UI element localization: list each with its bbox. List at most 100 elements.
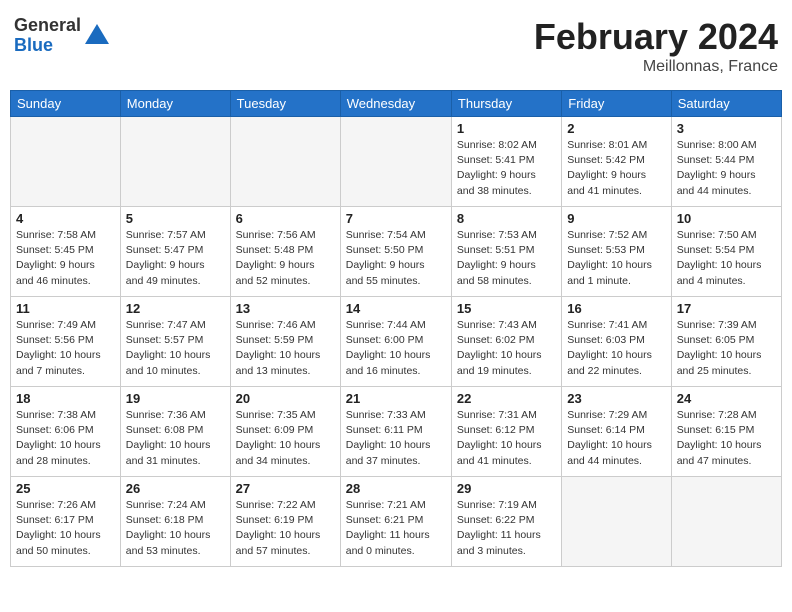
day-info: Sunrise: 7:41 AMSunset: 6:03 PMDaylight:… xyxy=(567,318,665,379)
day-number: 27 xyxy=(236,481,335,496)
day-number: 25 xyxy=(16,481,115,496)
calendar-cell: 2 Sunrise: 8:01 AMSunset: 5:42 PMDaylight… xyxy=(562,117,671,207)
calendar-cell: 26 Sunrise: 7:24 AMSunset: 6:18 PMDayligh… xyxy=(120,477,230,567)
day-info: Sunrise: 7:58 AMSunset: 5:45 PMDaylight:… xyxy=(16,228,115,289)
day-info: Sunrise: 7:39 AMSunset: 6:05 PMDaylight:… xyxy=(677,318,776,379)
weekday-header-sunday: Sunday xyxy=(11,91,121,117)
day-info: Sunrise: 7:57 AMSunset: 5:47 PMDaylight:… xyxy=(126,228,225,289)
day-number: 29 xyxy=(457,481,556,496)
weekday-header-saturday: Saturday xyxy=(671,91,781,117)
logo-blue: Blue xyxy=(14,36,81,56)
day-info: Sunrise: 7:43 AMSunset: 6:02 PMDaylight:… xyxy=(457,318,556,379)
logo: General Blue xyxy=(14,16,111,56)
day-info: Sunrise: 7:35 AMSunset: 6:09 PMDaylight:… xyxy=(236,408,335,469)
calendar-week-5: 25 Sunrise: 7:26 AMSunset: 6:17 PMDayligh… xyxy=(11,477,782,567)
calendar-cell: 19 Sunrise: 7:36 AMSunset: 6:08 PMDayligh… xyxy=(120,387,230,477)
day-info: Sunrise: 7:33 AMSunset: 6:11 PMDaylight:… xyxy=(346,408,446,469)
day-number: 3 xyxy=(677,121,776,136)
weekday-header-monday: Monday xyxy=(120,91,230,117)
page-header: General Blue February 2024 Meillonnas, F… xyxy=(10,10,782,82)
calendar-cell: 11 Sunrise: 7:49 AMSunset: 5:56 PMDayligh… xyxy=(11,297,121,387)
day-number: 13 xyxy=(236,301,335,316)
day-number: 5 xyxy=(126,211,225,226)
calendar-cell: 27Sunrise: 7:22 AMSunset: 6:19 PMDayligh… xyxy=(230,477,340,567)
day-info: Sunrise: 7:46 AMSunset: 5:59 PMDaylight:… xyxy=(236,318,335,379)
calendar-cell xyxy=(340,117,451,207)
day-info: Sunrise: 7:36 AMSunset: 6:08 PMDaylight:… xyxy=(126,408,225,469)
day-number: 12 xyxy=(126,301,225,316)
day-info: Sunrise: 8:01 AMSunset: 5:42 PMDaylight:… xyxy=(567,138,665,199)
calendar-cell: 10 Sunrise: 7:50 AMSunset: 5:54 PMDayligh… xyxy=(671,207,781,297)
weekday-header-thursday: Thursday xyxy=(451,91,561,117)
calendar-cell: 13 Sunrise: 7:46 AMSunset: 5:59 PMDayligh… xyxy=(230,297,340,387)
calendar-cell xyxy=(120,117,230,207)
day-info: Sunrise: 7:29 AMSunset: 6:14 PMDaylight:… xyxy=(567,408,665,469)
weekday-header-wednesday: Wednesday xyxy=(340,91,451,117)
weekday-header-tuesday: Tuesday xyxy=(230,91,340,117)
day-number: 4 xyxy=(16,211,115,226)
day-info: Sunrise: 7:52 AMSunset: 5:53 PMDaylight:… xyxy=(567,228,665,289)
calendar-cell xyxy=(562,477,671,567)
day-number: 9 xyxy=(567,211,665,226)
day-info: Sunrise: 7:53 AMSunset: 5:51 PMDaylight:… xyxy=(457,228,556,289)
logo-general: General xyxy=(14,16,81,36)
calendar-cell: 18Sunrise: 7:38 AMSunset: 6:06 PMDayligh… xyxy=(11,387,121,477)
day-info: Sunrise: 7:31 AMSunset: 6:12 PMDaylight:… xyxy=(457,408,556,469)
day-info: Sunrise: 7:47 AMSunset: 5:57 PMDaylight:… xyxy=(126,318,225,379)
calendar-cell: 20 Sunrise: 7:35 AMSunset: 6:09 PMDayligh… xyxy=(230,387,340,477)
day-info: Sunrise: 7:19 AMSunset: 6:22 PMDaylight:… xyxy=(457,498,556,559)
calendar-cell: 25 Sunrise: 7:26 AMSunset: 6:17 PMDayligh… xyxy=(11,477,121,567)
day-number: 22 xyxy=(457,391,556,406)
day-number: 6 xyxy=(236,211,335,226)
calendar-cell: 17Sunrise: 7:39 AMSunset: 6:05 PMDayligh… xyxy=(671,297,781,387)
calendar-cell: 1 Sunrise: 8:02 AMSunset: 5:41 PMDaylight… xyxy=(451,117,561,207)
calendar-cell: 5 Sunrise: 7:57 AMSunset: 5:47 PMDaylight… xyxy=(120,207,230,297)
day-info: Sunrise: 7:49 AMSunset: 5:56 PMDaylight:… xyxy=(16,318,115,379)
day-number: 1 xyxy=(457,121,556,136)
day-number: 19 xyxy=(126,391,225,406)
calendar-cell: 4 Sunrise: 7:58 AMSunset: 5:45 PMDaylight… xyxy=(11,207,121,297)
day-number: 21 xyxy=(346,391,446,406)
logo-icon xyxy=(83,22,111,50)
day-info: Sunrise: 8:02 AMSunset: 5:41 PMDaylight:… xyxy=(457,138,556,199)
day-number: 28 xyxy=(346,481,446,496)
calendar-week-2: 4 Sunrise: 7:58 AMSunset: 5:45 PMDaylight… xyxy=(11,207,782,297)
day-number: 14 xyxy=(346,301,446,316)
day-info: Sunrise: 7:21 AMSunset: 6:21 PMDaylight:… xyxy=(346,498,446,559)
day-number: 2 xyxy=(567,121,665,136)
calendar-cell: 22 Sunrise: 7:31 AMSunset: 6:12 PMDayligh… xyxy=(451,387,561,477)
calendar-week-1: 1 Sunrise: 8:02 AMSunset: 5:41 PMDaylight… xyxy=(11,117,782,207)
day-info: Sunrise: 7:54 AMSunset: 5:50 PMDaylight:… xyxy=(346,228,446,289)
calendar-cell xyxy=(230,117,340,207)
day-number: 7 xyxy=(346,211,446,226)
day-number: 26 xyxy=(126,481,225,496)
day-number: 24 xyxy=(677,391,776,406)
day-number: 16 xyxy=(567,301,665,316)
day-number: 20 xyxy=(236,391,335,406)
calendar-cell: 7 Sunrise: 7:54 AMSunset: 5:50 PMDaylight… xyxy=(340,207,451,297)
calendar-week-3: 11 Sunrise: 7:49 AMSunset: 5:56 PMDayligh… xyxy=(11,297,782,387)
calendar-cell: 14 Sunrise: 7:44 AMSunset: 6:00 PMDayligh… xyxy=(340,297,451,387)
title-location: Meillonnas, France xyxy=(534,58,778,76)
day-number: 10 xyxy=(677,211,776,226)
day-number: 18 xyxy=(16,391,115,406)
calendar-cell: 29 Sunrise: 7:19 AMSunset: 6:22 PMDayligh… xyxy=(451,477,561,567)
calendar-cell: 15 Sunrise: 7:43 AMSunset: 6:02 PMDayligh… xyxy=(451,297,561,387)
day-number: 15 xyxy=(457,301,556,316)
calendar-table: SundayMondayTuesdayWednesdayThursdayFrid… xyxy=(10,90,782,567)
title-month: February 2024 xyxy=(534,16,778,58)
title-block: February 2024 Meillonnas, France xyxy=(534,16,778,76)
calendar-cell: 8Sunrise: 7:53 AMSunset: 5:51 PMDaylight… xyxy=(451,207,561,297)
calendar-cell: 28 Sunrise: 7:21 AMSunset: 6:21 PMDayligh… xyxy=(340,477,451,567)
day-info: Sunrise: 7:26 AMSunset: 6:17 PMDaylight:… xyxy=(16,498,115,559)
day-info: Sunrise: 7:50 AMSunset: 5:54 PMDaylight:… xyxy=(677,228,776,289)
calendar-cell: 24 Sunrise: 7:28 AMSunset: 6:15 PMDayligh… xyxy=(671,387,781,477)
day-number: 23 xyxy=(567,391,665,406)
day-info: Sunrise: 7:44 AMSunset: 6:00 PMDaylight:… xyxy=(346,318,446,379)
day-info: Sunrise: 7:24 AMSunset: 6:18 PMDaylight:… xyxy=(126,498,225,559)
calendar-week-4: 18Sunrise: 7:38 AMSunset: 6:06 PMDayligh… xyxy=(11,387,782,477)
day-info: Sunrise: 7:56 AMSunset: 5:48 PMDaylight:… xyxy=(236,228,335,289)
day-number: 11 xyxy=(16,301,115,316)
day-info: Sunrise: 7:28 AMSunset: 6:15 PMDaylight:… xyxy=(677,408,776,469)
calendar-cell xyxy=(671,477,781,567)
